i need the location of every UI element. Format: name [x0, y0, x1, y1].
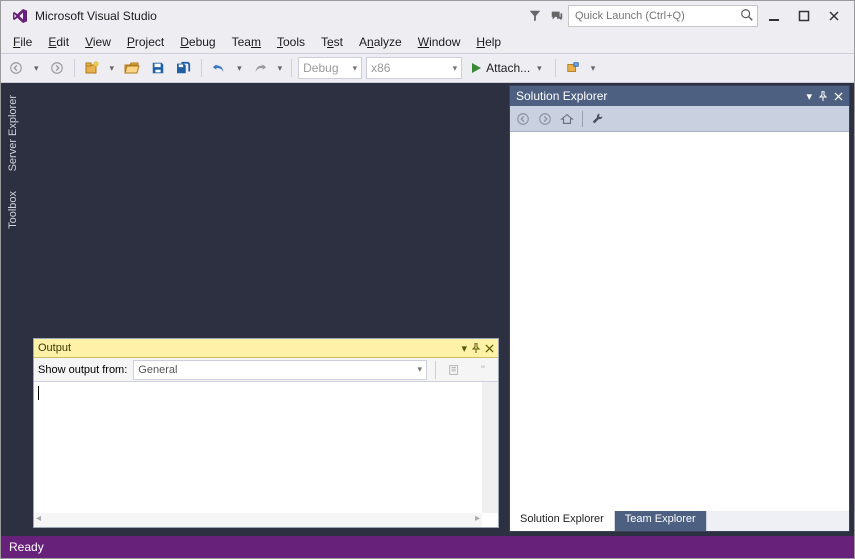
- solution-explorer-toolbar: [510, 106, 849, 132]
- main-toolbar: ▾ ▾ ▾ ▾ Debug▾ x86▾ Attach... ▾ ▾: [1, 53, 854, 83]
- solution-explorer-panel: Solution Explorer ▾ Solution E: [509, 85, 850, 532]
- solution-explorer-header[interactable]: Solution Explorer ▾: [510, 86, 849, 106]
- pin-icon[interactable]: [471, 342, 481, 355]
- menubar: File Edit View Project Debug Team Tools …: [1, 31, 854, 53]
- redo-dropdown[interactable]: ▾: [275, 63, 286, 74]
- menu-team[interactable]: Team: [224, 33, 269, 51]
- toolbar-options[interactable]: ▾: [588, 63, 599, 74]
- menu-debug[interactable]: Debug: [172, 33, 223, 51]
- menu-analyze[interactable]: Analyze: [351, 33, 410, 51]
- separator: [555, 59, 556, 77]
- separator: [435, 361, 436, 379]
- close-icon[interactable]: [485, 342, 494, 355]
- clear-all-button[interactable]: [444, 359, 466, 381]
- visual-studio-window: Microsoft Visual Studio File Edit View P…: [0, 0, 855, 559]
- start-dropdown[interactable]: ▾: [534, 63, 545, 74]
- document-area-column: Output ▾ Show output from: General▾ ": [25, 83, 507, 536]
- client-area: Server Explorer Toolbox Output ▾ Show ou…: [1, 83, 854, 536]
- status-bar: Ready: [1, 536, 854, 558]
- show-output-from-label: Show output from:: [38, 364, 127, 376]
- menu-help[interactable]: Help: [468, 33, 509, 51]
- nav-forward-button[interactable]: [46, 57, 68, 79]
- nav-back-dropdown[interactable]: ▾: [31, 63, 42, 74]
- solution-config-combo[interactable]: Debug▾: [298, 57, 362, 79]
- solution-platform-combo[interactable]: x86▾: [366, 57, 462, 79]
- right-dock: Solution Explorer ▾ Solution E: [507, 83, 854, 536]
- output-title: Output: [38, 342, 71, 354]
- toggle-word-wrap-button[interactable]: ": [472, 359, 494, 381]
- document-well: [25, 83, 507, 338]
- menu-file[interactable]: File: [5, 33, 40, 51]
- vs-logo-icon: [11, 7, 29, 25]
- tab-solution-explorer[interactable]: Solution Explorer: [510, 511, 615, 531]
- nav-back-button[interactable]: [5, 57, 27, 79]
- status-text: Ready: [9, 540, 44, 554]
- panel-tabstrip: Solution Explorer Team Explorer: [510, 511, 849, 531]
- tab-team-explorer[interactable]: Team Explorer: [615, 511, 707, 531]
- start-label: Attach...: [486, 61, 530, 75]
- menu-view[interactable]: View: [77, 33, 119, 51]
- server-explorer-tab[interactable]: Server Explorer: [5, 87, 21, 179]
- menu-window[interactable]: Window: [410, 33, 469, 51]
- forward-icon[interactable]: [538, 112, 552, 126]
- save-button[interactable]: [147, 57, 169, 79]
- window-position-icon[interactable]: ▾: [806, 90, 812, 103]
- menu-edit[interactable]: Edit: [40, 33, 77, 51]
- save-all-button[interactable]: [173, 57, 195, 79]
- separator: [74, 59, 75, 77]
- quick-launch-input[interactable]: [568, 5, 758, 27]
- start-attach-button[interactable]: Attach... ▾: [466, 61, 549, 75]
- output-header[interactable]: Output ▾: [34, 339, 498, 358]
- home-icon[interactable]: [560, 112, 574, 126]
- solution-explorer-tree[interactable]: [510, 132, 849, 511]
- window-position-icon[interactable]: ▾: [461, 342, 467, 355]
- menu-test[interactable]: Test: [313, 33, 351, 51]
- separator: [201, 59, 202, 77]
- search-icon: [740, 8, 754, 22]
- minimize-button[interactable]: [760, 5, 788, 27]
- new-project-dropdown[interactable]: ▾: [107, 63, 118, 74]
- new-project-button[interactable]: [81, 57, 103, 79]
- find-in-files-button[interactable]: [562, 57, 584, 79]
- horizontal-scrollbar[interactable]: ◂▸: [34, 513, 482, 527]
- titlebar: Microsoft Visual Studio: [1, 1, 854, 31]
- output-panel: Output ▾ Show output from: General▾ ": [33, 338, 499, 528]
- redo-button[interactable]: [249, 57, 271, 79]
- output-source-combo[interactable]: General▾: [133, 360, 427, 380]
- notifications-icon[interactable]: [524, 5, 546, 27]
- titlebar-title: Microsoft Visual Studio: [35, 9, 157, 23]
- feedback-icon[interactable]: [546, 5, 568, 27]
- output-text-area[interactable]: ◂▸: [34, 382, 498, 527]
- properties-icon[interactable]: [591, 112, 605, 126]
- undo-button[interactable]: [208, 57, 230, 79]
- quick-launch-wrapper: [568, 5, 758, 27]
- separator: [582, 111, 583, 127]
- close-icon[interactable]: [834, 90, 843, 103]
- play-icon: [470, 62, 482, 74]
- maximize-button[interactable]: [790, 5, 818, 27]
- close-button[interactable]: [820, 5, 848, 27]
- menu-tools[interactable]: Tools: [269, 33, 313, 51]
- solution-explorer-title: Solution Explorer: [516, 89, 607, 103]
- separator: [291, 59, 292, 77]
- vertical-scrollbar[interactable]: [482, 382, 498, 513]
- back-icon[interactable]: [516, 112, 530, 126]
- output-toolbar: Show output from: General▾ ": [34, 358, 498, 382]
- undo-dropdown[interactable]: ▾: [234, 63, 245, 74]
- pin-icon[interactable]: [818, 90, 828, 103]
- menu-project[interactable]: Project: [119, 33, 172, 51]
- left-tool-rail: Server Explorer Toolbox: [1, 83, 25, 536]
- toolbox-tab[interactable]: Toolbox: [5, 183, 21, 237]
- open-file-button[interactable]: [121, 57, 143, 79]
